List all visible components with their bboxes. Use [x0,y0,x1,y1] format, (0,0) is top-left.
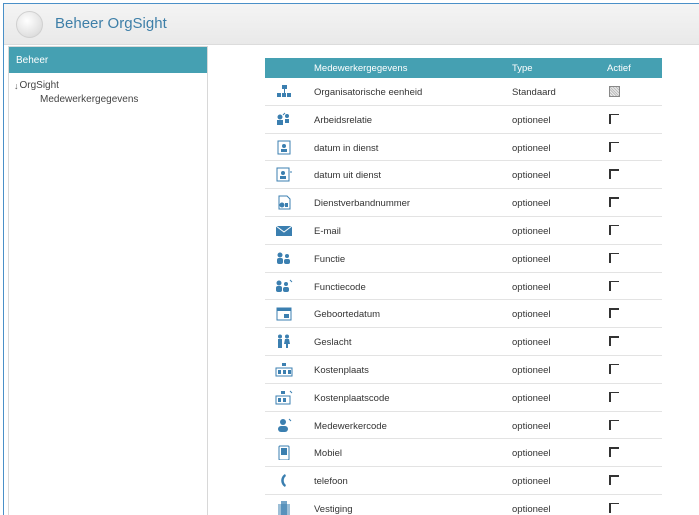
active-checkbox[interactable] [609,391,620,403]
contract-number-icon [275,195,293,210]
row-type: optioneel [512,170,551,182]
table-row[interactable]: datum uit dienst optioneel [265,161,662,190]
row-name: Geboortedatum [314,309,381,321]
row-name: Medewerkercode [314,420,387,432]
org-unit-icon [275,84,293,99]
column-header-active: Actief [607,63,631,74]
employee-data-table: Medewerkergegevens Type Actief Organisat… [265,58,662,515]
column-header-type: Type [512,63,533,74]
table-row[interactable]: Dienstverbandnummer optioneel [265,189,662,217]
row-name: Functie [314,253,346,265]
phone-icon [275,473,293,488]
arrow-down-icon[interactable]: ↓ [14,79,19,93]
tree-item-orgsight[interactable]: ↓ OrgSight [14,79,207,93]
table-row[interactable]: E-mail optioneel [265,217,662,245]
row-name: Kostenplaats [314,364,369,376]
navigation-tree: ↓ OrgSight Medewerkergegevens [9,73,207,107]
active-checkbox[interactable] [609,280,620,292]
row-name: datum uit dienst [314,170,382,182]
active-checkbox[interactable] [609,224,620,236]
row-type: optioneel [512,253,551,265]
table-row[interactable]: datum in dienst optioneel [265,134,662,162]
row-name: E-mail [314,225,341,237]
end-date-icon [275,167,293,182]
row-name: datum in dienst [314,142,379,154]
row-type: optioneel [512,142,551,154]
app-title: Beheer OrgSight [55,15,167,32]
table-row[interactable]: Geboortedatum optioneel [265,300,662,329]
function-icon [275,251,293,266]
row-type: optioneel [512,420,551,432]
location-icon [275,500,293,515]
row-name: Mobiel [314,448,342,460]
sidebar-header: Beheer [9,47,207,73]
title-bar: Beheer OrgSight [4,4,699,45]
sidebar: Beheer ↓ OrgSight Medewerkergegevens [8,46,208,515]
table-row[interactable]: Kostenplaats optioneel [265,356,662,384]
column-header-name: Medewerkergegevens [314,63,408,74]
active-checkbox[interactable] [609,169,620,180]
row-name: Vestiging [314,503,353,515]
row-name: Organisatorische eenheid [314,87,423,98]
relation-icon [275,112,293,127]
row-name: Arbeidsrelatie [314,114,373,126]
tree-item-label: OrgSight [19,80,59,91]
employee-code-icon [275,418,293,433]
row-type: optioneel [512,198,551,210]
row-name: telefoon [314,476,348,488]
row-type: optioneel [512,281,551,293]
table-row[interactable]: Kostenplaatscode optioneel [265,384,662,412]
table-row[interactable]: Geslacht optioneel [265,328,662,356]
active-checkbox[interactable] [609,363,620,375]
row-type: optioneel [512,392,551,404]
table-row[interactable]: Vestiging optioneel [265,495,662,515]
row-type: Standaard [512,87,556,98]
row-type: optioneel [512,309,551,321]
active-checkbox[interactable] [609,141,620,153]
tree-item-medewerkergegevens[interactable]: Medewerkergegevens [14,93,207,107]
active-checkbox[interactable] [609,419,620,431]
row-name: Dienstverbandnummer [314,198,411,210]
table-header: Medewerkergegevens Type Actief [265,58,662,78]
active-checkbox[interactable] [609,336,620,347]
row-type: optioneel [512,225,551,237]
row-name: Functiecode [314,281,366,293]
active-checkbox[interactable] [609,502,620,514]
table-row[interactable]: Functie optioneel [265,245,662,273]
cost-center-icon [275,362,293,377]
row-type: optioneel [512,364,551,376]
row-type: optioneel [512,476,551,488]
row-name: Geslacht [314,337,352,349]
table-row[interactable]: Arbeidsrelatie optioneel [265,106,662,134]
app-logo-icon[interactable] [16,11,43,38]
active-checkbox[interactable] [609,475,620,486]
function-code-icon [275,279,293,294]
active-checkbox[interactable] [609,197,620,208]
mobile-icon [275,445,293,461]
calendar-icon [275,306,293,321]
row-type: optioneel [512,448,551,460]
table-body: Organisatorische eenheid Standaard Arbeids… [265,78,662,515]
active-checkbox[interactable] [609,113,620,125]
active-checkbox[interactable] [609,308,620,319]
cost-center-code-icon [275,390,293,405]
table-row[interactable]: Organisatorische eenheid Standaard [265,78,662,106]
gender-icon [275,334,293,349]
email-icon [275,223,293,238]
table-row[interactable]: Mobiel optioneel [265,439,662,468]
start-date-icon [275,140,293,155]
table-row[interactable]: Medewerkercode optioneel [265,412,662,440]
table-row[interactable]: telefoon optioneel [265,467,662,495]
active-checkbox[interactable] [609,252,620,264]
row-type: optioneel [512,503,551,515]
row-type: optioneel [512,337,551,349]
active-checkbox[interactable] [609,447,620,458]
row-type: optioneel [512,114,551,126]
table-row[interactable]: Functiecode optioneel [265,273,662,301]
active-checkbox[interactable] [609,86,620,97]
row-name: Kostenplaatscode [314,392,390,404]
